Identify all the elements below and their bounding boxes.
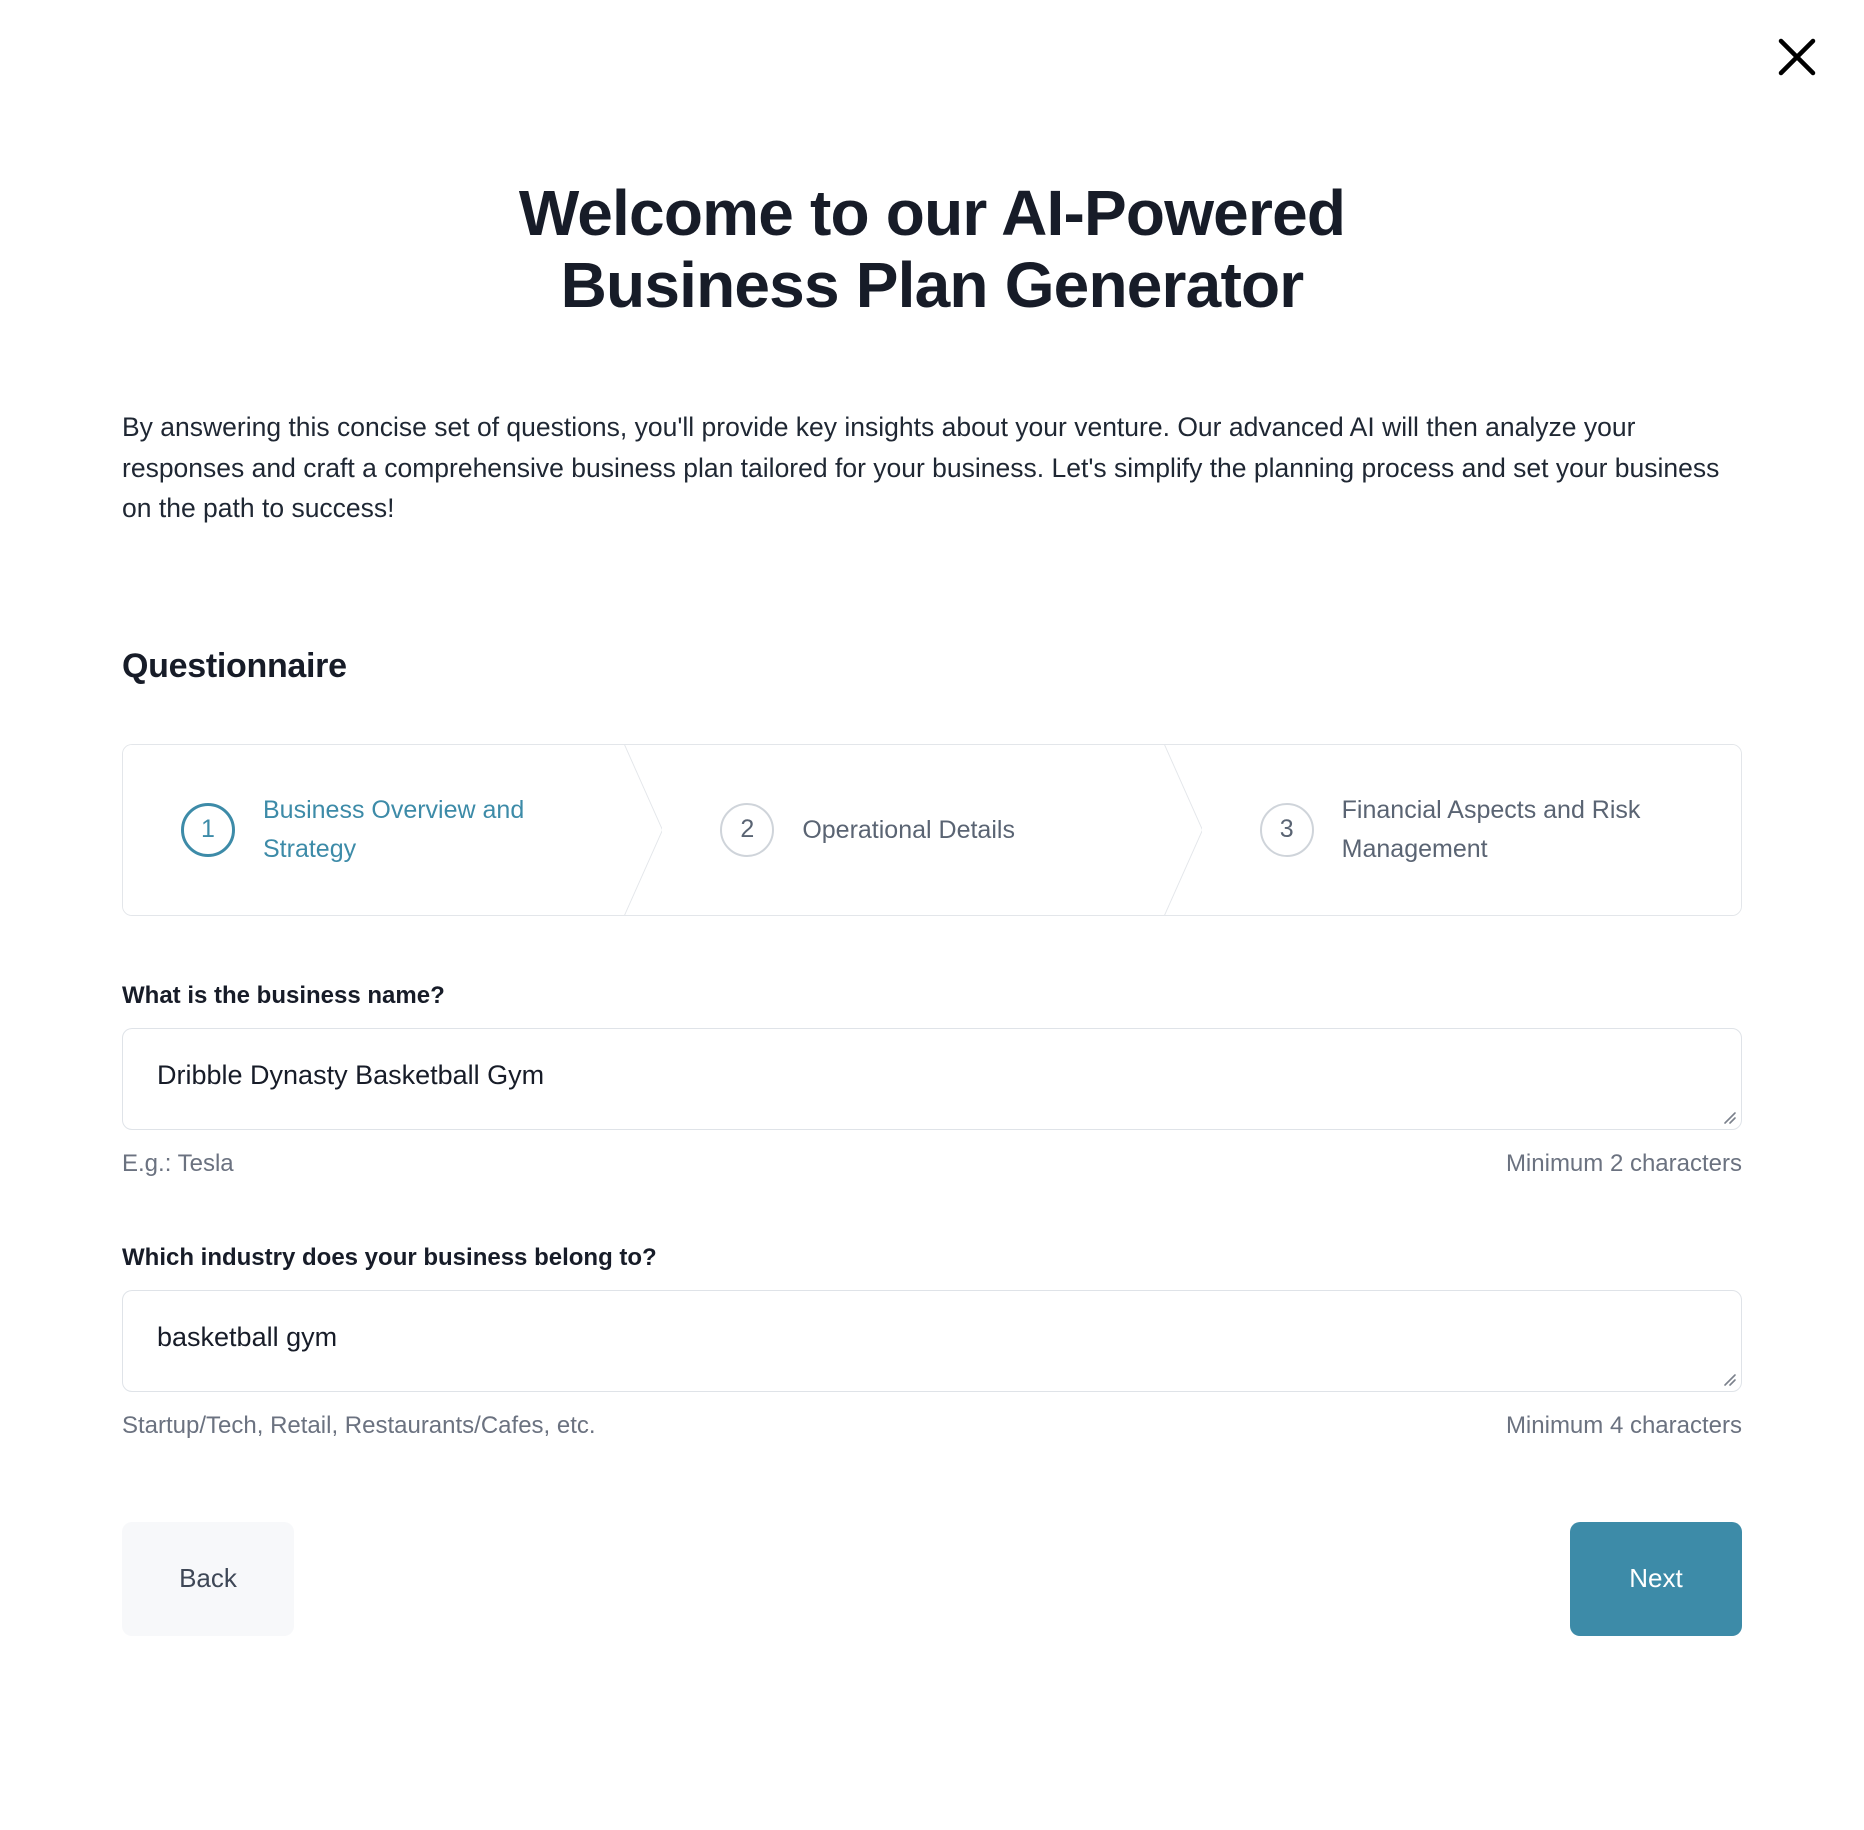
industry-min-chars: Minimum 4 characters bbox=[1505, 1411, 1742, 1439]
stepper-step-2[interactable]: 2 Operational Details bbox=[662, 744, 1202, 915]
industry-helper-row: Startup/Tech, Retail, Restaurants/Cafes,… bbox=[122, 1392, 1742, 1440]
business-name-input-wrap bbox=[122, 1027, 1742, 1130]
field-industry: Which industry does your business belong… bbox=[122, 1178, 1742, 1440]
close-icon bbox=[1775, 35, 1819, 79]
step-1-label: Business Overview and Strategy bbox=[263, 796, 525, 863]
step-3-number: 3 bbox=[1259, 802, 1314, 857]
questionnaire-heading: Questionnaire bbox=[122, 646, 347, 685]
step-progress-bar: 1 Business Overview and Strategy 2 Opera… bbox=[122, 743, 1742, 916]
step-2-label: Operational Details bbox=[802, 815, 1015, 844]
business-name-label: What is the business name? bbox=[122, 981, 445, 1009]
industry-label: Which industry does your business belong… bbox=[122, 1243, 657, 1271]
form-actions: Back Next bbox=[122, 1440, 1742, 1636]
stepper-step-1[interactable]: 1 Business Overview and Strategy bbox=[123, 744, 663, 915]
business-name-min-chars: Minimum 2 characters bbox=[1505, 1149, 1742, 1177]
stepper-step-3[interactable]: 3 Financial Aspects and Risk Management bbox=[1201, 744, 1741, 915]
field-business-name: What is the business name? E.g.: Tesla M… bbox=[122, 916, 1742, 1178]
page-title-line-1: Welcome to our AI-Powered bbox=[518, 177, 1346, 249]
back-button[interactable]: Back bbox=[122, 1521, 294, 1636]
close-button[interactable] bbox=[1766, 26, 1828, 88]
intro-paragraph: By answering this concise set of questio… bbox=[122, 412, 1720, 524]
step-2-number: 2 bbox=[720, 802, 775, 857]
business-name-input[interactable] bbox=[122, 1027, 1742, 1130]
page-title: Welcome to our AI-Powered Business Plan … bbox=[122, 0, 1742, 321]
industry-input[interactable] bbox=[122, 1289, 1742, 1392]
step-3-label: Financial Aspects and Risk Management bbox=[1341, 796, 1641, 863]
modal-content: Welcome to our AI-Powered Business Plan … bbox=[0, 0, 1864, 1636]
business-name-helper-row: E.g.: Tesla Minimum 2 characters bbox=[122, 1130, 1742, 1178]
business-name-example: E.g.: Tesla bbox=[122, 1149, 234, 1177]
page-title-line-2: Business Plan Generator bbox=[560, 248, 1305, 321]
step-1-number: 1 bbox=[181, 802, 235, 857]
industry-example: Startup/Tech, Retail, Restaurants/Cafes,… bbox=[122, 1411, 596, 1439]
industry-input-wrap bbox=[122, 1289, 1742, 1392]
next-button[interactable]: Next bbox=[1570, 1521, 1742, 1636]
